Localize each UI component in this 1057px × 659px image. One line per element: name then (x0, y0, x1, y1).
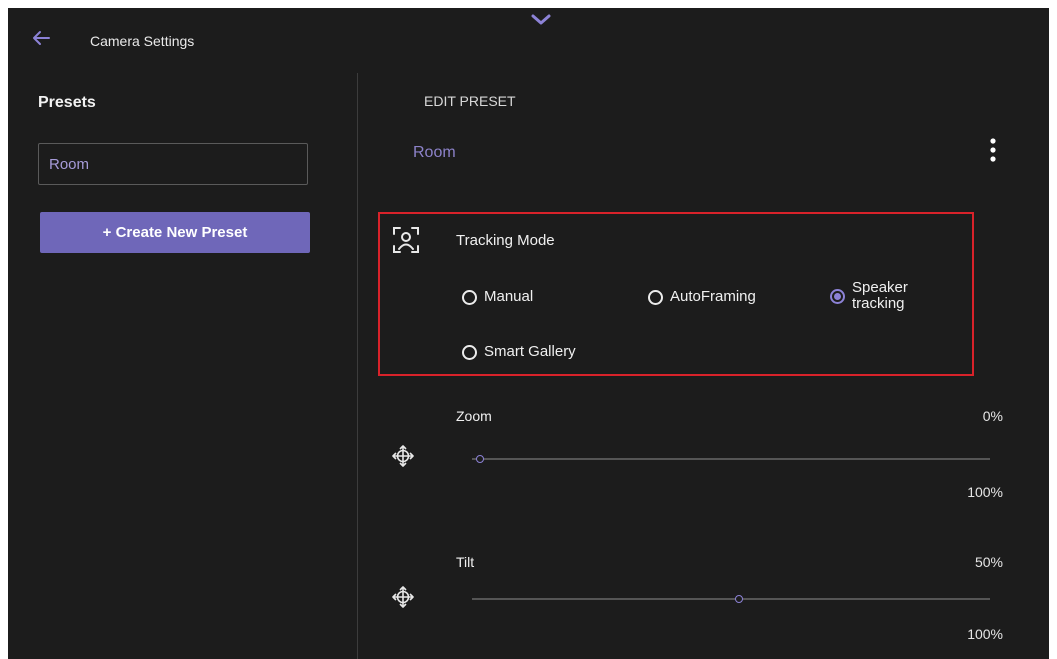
tilt-max-label: 100% (967, 626, 1003, 642)
zoom-max-label: 100% (967, 484, 1003, 500)
radio-speaker-tracking[interactable]: Speaker tracking (830, 280, 932, 312)
tilt-value: 50% (974, 554, 1003, 570)
tilt-label: Tilt (456, 554, 475, 570)
chevron-down-icon[interactable] (530, 12, 552, 28)
arrow-left-icon[interactable] (32, 30, 50, 46)
radio-smart-gallery[interactable]: Smart Gallery (462, 344, 576, 360)
zoom-slider[interactable] (472, 455, 990, 463)
radio-circle-selected (830, 288, 845, 304)
radio-autoframing[interactable]: AutoFraming (648, 289, 756, 305)
slider-thumb[interactable] (735, 595, 743, 603)
radio-label: AutoFraming (670, 288, 756, 305)
radio-circle (648, 289, 663, 305)
camera-settings-screen: Camera Settings Presets Room + Create Ne… (8, 8, 1049, 659)
more-vertical-icon[interactable] (986, 136, 1000, 164)
tracking-mode-label: Tracking Mode (456, 232, 555, 249)
panel-divider (357, 73, 358, 659)
slider-thumb[interactable] (476, 455, 484, 463)
create-new-preset-button[interactable]: + Create New Preset (40, 212, 310, 253)
preset-item-label: Room (49, 156, 90, 173)
radio-label: Smart Gallery (484, 343, 576, 360)
move-arrows-icon (392, 445, 414, 467)
window-title: Camera Settings (90, 33, 195, 49)
presets-heading: Presets (38, 94, 96, 111)
tilt-slider[interactable] (472, 595, 990, 603)
preset-name-field[interactable]: Room (413, 144, 456, 162)
radio-circle (462, 344, 477, 360)
preset-item-room[interactable]: Room (38, 143, 308, 185)
zoom-label: Zoom (456, 408, 492, 424)
edit-preset-heading: EDIT PRESET (424, 93, 516, 109)
top-bar: Camera Settings (8, 8, 1049, 68)
move-arrows-icon (392, 586, 414, 608)
radio-label: Speaker tracking (852, 279, 908, 312)
zoom-value: 0% (982, 408, 1003, 424)
person-frame-icon (393, 227, 419, 253)
radio-manual[interactable]: Manual (462, 289, 533, 305)
radio-circle (462, 289, 477, 305)
radio-label: Manual (484, 288, 534, 305)
